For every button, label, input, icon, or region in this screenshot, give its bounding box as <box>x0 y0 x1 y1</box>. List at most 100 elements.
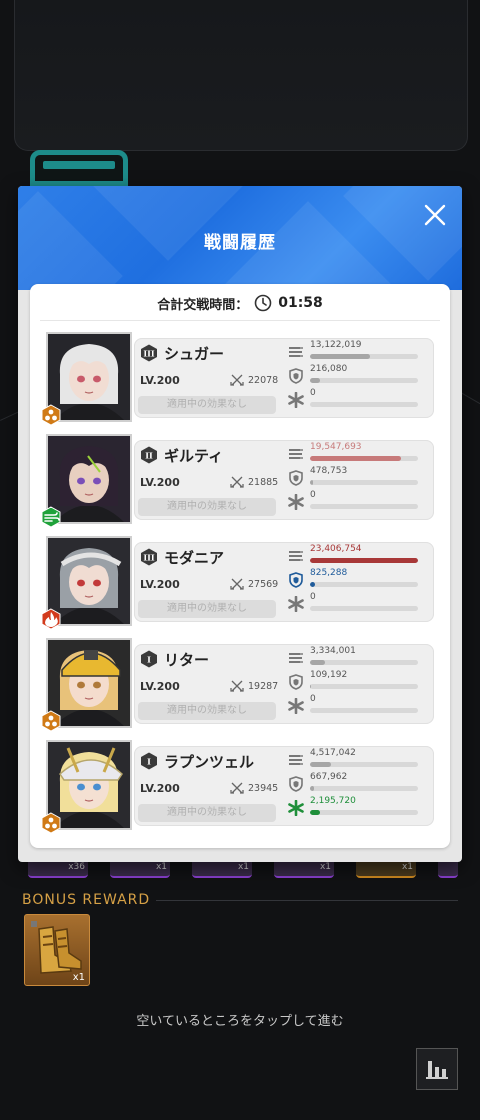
bonus-reward-title: BONUS REWARD <box>22 892 157 908</box>
background-frame <box>14 0 468 151</box>
damage-stat: 23,406,754 <box>288 544 418 566</box>
heal-value: 0 <box>310 388 316 398</box>
active-effect: 適用中の効果なし <box>138 702 276 720</box>
loot-strip: x36 x1 x1 x1 x1 <box>28 862 468 878</box>
loot-item: x1 <box>192 862 252 878</box>
loot-item: x1 <box>356 862 416 878</box>
character-level: LV.200 <box>140 476 180 489</box>
burst-badge: III <box>141 548 157 566</box>
iron-icon <box>41 710 61 732</box>
bonus-reward-item[interactable]: x1 <box>24 914 90 986</box>
heal-value: 0 <box>310 694 316 704</box>
modal-title: 戦闘履歴 <box>204 233 276 253</box>
active-effect: 適用中の効果なし <box>138 804 276 822</box>
heal-stat: 0 <box>288 388 418 410</box>
heal-bar <box>310 810 320 815</box>
bonus-item-count: x1 <box>72 972 85 983</box>
character-level: LV.200 <box>140 374 180 387</box>
tap-to-continue-hint: 空いているところをタップして進む <box>136 1014 344 1029</box>
shield-bar <box>310 378 320 383</box>
power-icon <box>230 782 244 794</box>
battle-time: 合計交戦時間： 01:58 <box>30 292 450 314</box>
bar-chart-icon <box>426 1061 448 1079</box>
character-row[interactable]: III シュガー LV.200 22078 適用中の効果なし 13,122,01… <box>41 332 438 426</box>
shield-stat: 216,080 <box>288 364 418 386</box>
wind-icon <box>41 506 61 528</box>
heal-value: 2,195,720 <box>310 796 356 806</box>
damage-icon <box>289 449 303 459</box>
shield-bar <box>310 480 314 485</box>
damage-bar <box>310 456 401 461</box>
shield-bar <box>310 582 316 587</box>
burst-badge: III <box>141 344 157 362</box>
power-icon <box>230 680 244 692</box>
character-name: モダニア <box>164 549 225 567</box>
heal-stat: 2,195,720 <box>288 796 418 818</box>
damage-bar <box>310 558 418 563</box>
heal-icon <box>288 392 304 408</box>
shield-icon <box>289 470 303 486</box>
shield-bar <box>310 786 315 791</box>
shield-icon <box>289 674 303 690</box>
damage-icon <box>289 755 303 765</box>
character-info: II ギルティ LV.200 21885 適用中の効果なし 19,547,693… <box>134 440 434 520</box>
shield-value: 109,192 <box>310 670 348 680</box>
burst-level: III <box>143 552 154 562</box>
character-level: LV.200 <box>140 782 180 795</box>
active-effect: 適用中の効果なし <box>138 498 276 516</box>
character-row[interactable]: III モダニア LV.200 27569 適用中の効果なし 23,406,75… <box>41 536 438 630</box>
character-name: ラプンツェル <box>164 753 255 771</box>
burst-badge: I <box>141 752 157 770</box>
shield-value: 825,288 <box>310 568 348 578</box>
heal-stat: 0 <box>288 490 418 512</box>
battle-time-value: 01:58 <box>278 295 323 311</box>
loot-item: x36 <box>28 862 88 878</box>
damage-value: 3,334,001 <box>310 646 356 656</box>
combat-power: 22078 <box>248 375 279 386</box>
damage-icon <box>289 347 303 357</box>
burst-level: I <box>147 654 151 664</box>
heal-icon <box>288 800 304 816</box>
battle-history-modal: 戦闘履歴 合計交戦時間： 01:58 III シュガー LV.200 22078… <box>18 186 462 862</box>
damage-value: 13,122,019 <box>310 340 362 350</box>
battle-time-label: 合計交戦時間： <box>157 297 249 313</box>
character-info: III シュガー LV.200 22078 適用中の効果なし 13,122,01… <box>134 338 434 418</box>
stats-button[interactable] <box>416 1048 458 1090</box>
loot-item <box>438 862 458 878</box>
character-level: LV.200 <box>140 578 180 591</box>
character-info: III モダニア LV.200 27569 適用中の効果なし 23,406,75… <box>134 542 434 622</box>
divider <box>40 320 440 321</box>
shield-value: 478,753 <box>310 466 348 476</box>
character-row[interactable]: I ラプンツェル LV.200 23945 適用中の効果なし 4,517,042… <box>41 740 438 834</box>
loot-item: x1 <box>110 862 170 878</box>
power-icon <box>230 578 244 590</box>
burst-badge: II <box>141 446 157 464</box>
shield-icon <box>289 572 303 588</box>
active-effect: 適用中の効果なし <box>138 600 276 618</box>
combat-power: 27569 <box>248 579 279 590</box>
modal-header: 戦闘履歴 <box>18 186 462 290</box>
character-name: ギルティ <box>164 447 224 465</box>
damage-icon <box>289 653 303 663</box>
damage-value: 23,406,754 <box>310 544 362 554</box>
character-name: リター <box>164 651 210 669</box>
clock-icon <box>254 294 272 312</box>
active-effect: 適用中の効果なし <box>138 396 276 414</box>
character-row[interactable]: I リター LV.200 19287 適用中の効果なし 3,334,001 10… <box>41 638 438 732</box>
character-info: I リター LV.200 19287 適用中の効果なし 3,334,001 10… <box>134 644 434 724</box>
shield-stat: 825,288 <box>288 568 418 590</box>
shield-stat: 667,962 <box>288 772 418 794</box>
heal-stat: 0 <box>288 592 418 614</box>
damage-stat: 4,517,042 <box>288 748 418 770</box>
loot-item: x1 <box>274 862 334 878</box>
damage-bar <box>310 354 371 359</box>
close-icon[interactable] <box>422 202 448 228</box>
burst-level: II <box>145 450 153 460</box>
background-tab <box>30 150 128 186</box>
damage-stat: 19,547,693 <box>288 442 418 464</box>
battle-stats-card: 合計交戦時間： 01:58 III シュガー LV.200 22078 適用中の… <box>30 284 450 848</box>
shield-icon <box>289 368 303 384</box>
character-row[interactable]: II ギルティ LV.200 21885 適用中の効果なし 19,547,693… <box>41 434 438 528</box>
combat-power: 21885 <box>248 477 279 488</box>
combat-power: 19287 <box>248 681 279 692</box>
